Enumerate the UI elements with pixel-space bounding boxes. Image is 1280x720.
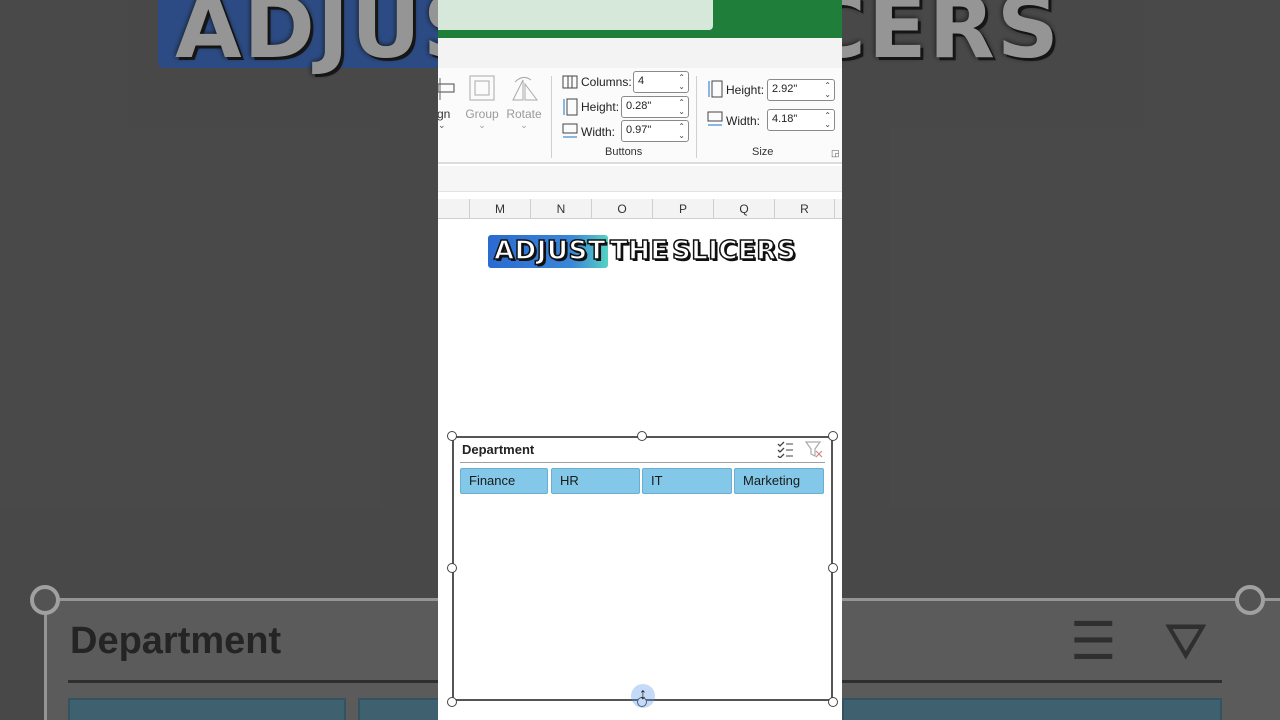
resize-handle-right[interactable] <box>828 563 838 573</box>
spinner-arrows-icon[interactable]: ⌃ ⌄ <box>824 111 831 129</box>
title-bar <box>438 0 842 38</box>
columns-label: Columns: <box>581 75 632 89</box>
column-header-n[interactable]: N <box>530 199 591 219</box>
column-header-o[interactable]: O <box>591 199 652 219</box>
slicer-divider <box>460 462 825 463</box>
caption-word-slicers: SLICERS <box>671 235 797 267</box>
search-box[interactable] <box>438 0 713 30</box>
caption-word-adjust: ADJUST <box>493 235 606 267</box>
background-right-panel: LICERS ☰ ⛛ <box>842 0 1280 720</box>
clear-filter-icon[interactable] <box>804 440 823 463</box>
size-height-label: Height: <box>726 83 765 97</box>
columns-value: 4 <box>638 75 645 87</box>
button-height-value: 0.28" <box>626 100 652 112</box>
background-dim-overlay <box>842 0 1280 720</box>
slicer-item-marketing[interactable]: Marketing <box>734 468 824 494</box>
resize-handle-bottom-right[interactable] <box>828 697 838 707</box>
dialog-launcher-icon[interactable]: ◲ <box>831 148 840 159</box>
multi-select-icon[interactable] <box>776 440 794 463</box>
size-group-label: Size <box>752 146 774 158</box>
align-text: Align <box>438 107 451 121</box>
size-height-input[interactable]: 2.92" ⌃ ⌄ <box>767 79 835 101</box>
resize-handle-left[interactable] <box>447 563 457 573</box>
button-width-label: Width: <box>581 125 616 139</box>
size-width-input[interactable]: 4.18" ⌃ ⌄ <box>767 109 835 131</box>
chevron-down-icon: ⌄ <box>478 120 486 130</box>
align-icon[interactable] <box>438 78 456 105</box>
rotate-icon[interactable] <box>509 74 539 107</box>
group-icon[interactable] <box>468 74 496 107</box>
chevron-down-icon: ⌄ <box>520 120 528 130</box>
resize-handle-bottom-left[interactable] <box>447 697 457 707</box>
group-label[interactable]: Group <box>462 107 502 121</box>
column-header-q[interactable]: Q <box>713 199 774 219</box>
column-header-p[interactable]: P <box>652 199 713 219</box>
department-slicer[interactable]: Department Finance HR IT Marketing <box>452 436 833 701</box>
button-height-input[interactable]: 0.28" ⌃ ⌄ <box>621 96 689 118</box>
spinner-arrows-icon[interactable]: ⌃ ⌄ <box>678 98 685 116</box>
columns-input[interactable]: 4 ⌃ ⌄ <box>633 71 689 93</box>
columns-icon <box>562 74 578 95</box>
size-width-icon <box>707 111 723 132</box>
ribbon-tabs-bar <box>438 38 842 68</box>
buttons-group-label: Buttons <box>605 146 643 158</box>
ribbon-separator <box>696 76 697 158</box>
slicer-header: Department <box>462 442 535 457</box>
spinner-arrows-icon[interactable]: ⌃ ⌄ <box>678 73 685 91</box>
button-width-icon <box>562 123 578 144</box>
caption-word-the: THE <box>609 235 669 267</box>
formula-bar[interactable] <box>438 166 842 192</box>
button-height-icon <box>562 98 578 121</box>
size-width-label: Width: <box>726 114 761 128</box>
size-height-icon <box>707 80 723 103</box>
chevron-down-icon: ⌄ <box>438 120 446 130</box>
background-dim-overlay <box>0 0 438 720</box>
background-left-panel: ADJUS Department <box>0 0 438 720</box>
size-height-value: 2.92" <box>772 83 798 95</box>
size-width-value: 4.18" <box>772 113 798 125</box>
column-headers: L M N O P Q R <box>438 199 842 219</box>
spinner-arrows-icon[interactable]: ⌃ ⌄ <box>678 122 685 140</box>
slicer-item-hr[interactable]: HR <box>551 468 640 494</box>
align-label[interactable]: Align <box>438 107 456 121</box>
spinner-arrows-icon[interactable]: ⌃ ⌄ <box>824 81 831 99</box>
ribbon: Align ⌄ Group ⌄ Rotate ⌄ Columns: 4 ⌃⌄ <box>438 68 842 164</box>
column-header-m[interactable]: M <box>469 199 530 219</box>
excel-window: Align ⌄ Group ⌄ Rotate ⌄ Columns: 4 ⌃⌄ <box>438 0 842 720</box>
resize-handle-top[interactable] <box>637 431 647 441</box>
resize-handle-top-left[interactable] <box>447 431 457 441</box>
resize-handle-top-right[interactable] <box>828 431 838 441</box>
slicer-item-it[interactable]: IT <box>642 468 732 494</box>
button-height-label: Height: <box>581 100 620 114</box>
button-width-value: 0.97" <box>626 124 652 136</box>
slicer-item-finance[interactable]: Finance <box>460 468 548 494</box>
resize-cursor-icon: ↕ <box>639 686 647 703</box>
ribbon-separator <box>551 76 552 158</box>
column-header-r[interactable]: R <box>774 199 835 219</box>
button-width-input[interactable]: 0.97" ⌃ ⌄ <box>621 120 689 142</box>
column-header-l[interactable]: L <box>438 199 439 219</box>
video-frame: ADJUS Department LICERS ☰ ⛛ Align ⌄ <box>0 0 1280 720</box>
rotate-label[interactable]: Rotate <box>504 107 544 121</box>
